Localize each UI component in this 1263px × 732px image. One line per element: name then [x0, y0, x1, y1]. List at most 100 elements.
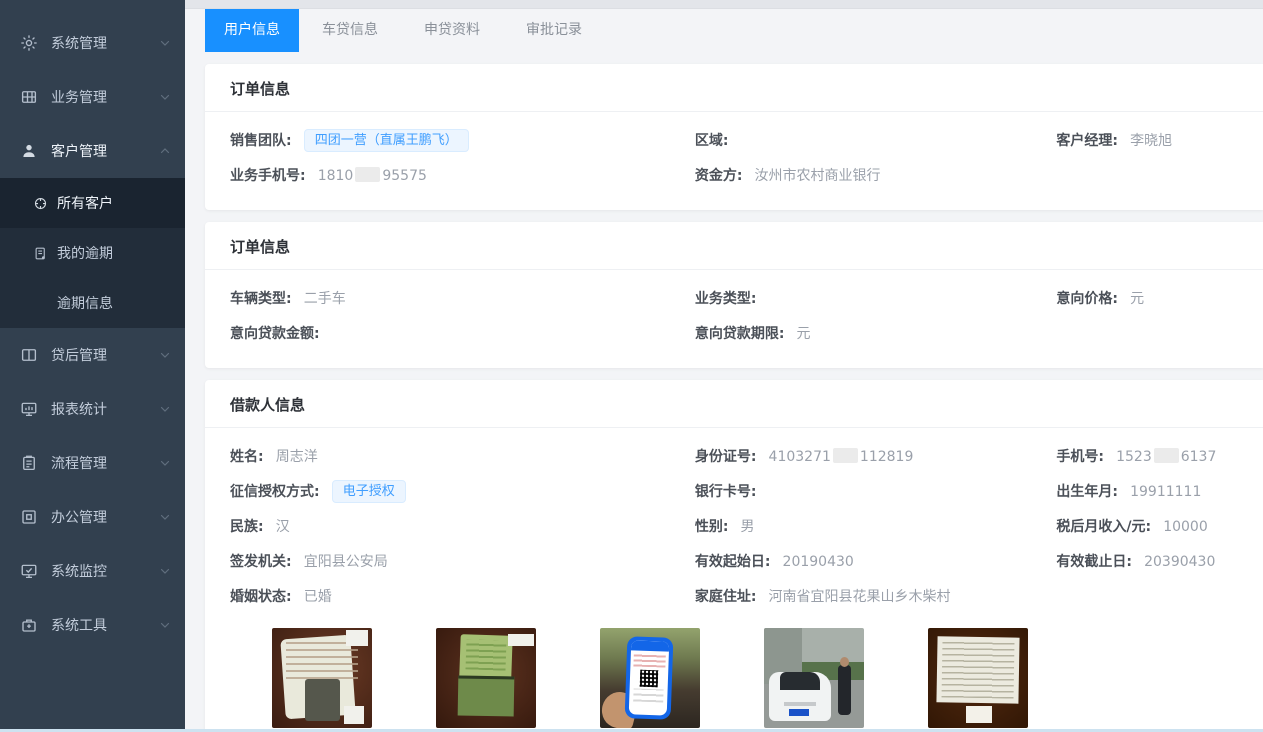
- sidebar-item-system-management[interactable]: 系统管理: [0, 16, 185, 70]
- field-value: 汝州市农村商业银行: [755, 168, 881, 184]
- sidebar-item-label: 系统管理: [51, 33, 107, 53]
- card-title: 订单信息: [205, 222, 1263, 270]
- sidebar-item-system-monitor[interactable]: 系统监控: [0, 544, 185, 598]
- field-business-phone: 业务手机号: 181095575: [230, 158, 695, 193]
- sidebar-item-postloan-management[interactable]: 贷后管理: [0, 328, 185, 382]
- sidebar-item-label: 客户管理: [51, 141, 107, 161]
- user-icon: [20, 142, 38, 160]
- field-label: 意向价格:: [1056, 291, 1118, 307]
- field-label: 区域:: [695, 133, 729, 149]
- sales-team-tag[interactable]: 四团一营（直属王鹏飞）: [304, 129, 469, 152]
- field-label: 意向贷款金额:: [230, 326, 320, 342]
- photo-item: 其他材料: [928, 628, 1028, 732]
- submenu-item-label: 我的逾期: [57, 243, 113, 263]
- field-name: 姓名: 周志洋: [230, 439, 695, 474]
- redaction-blur: [833, 448, 858, 463]
- field-label: 银行卡号:: [695, 484, 757, 500]
- field-value: 汉: [276, 519, 290, 535]
- notebook-icon: [33, 246, 48, 261]
- field-empty: [1056, 158, 1263, 193]
- redaction-blur: [1154, 448, 1179, 463]
- square-in-square-icon: [20, 508, 38, 526]
- field-issuing-authority: 签发机关: 宜阳县公安局: [230, 544, 695, 579]
- order-intent-card: 订单信息 车辆类型: 二手车 业务类型: 意向价格: 元 意向贷款金额:: [205, 222, 1263, 368]
- grid-table-icon: [20, 88, 38, 106]
- submenu-item-all-customers[interactable]: 所有客户: [0, 178, 185, 228]
- tab-user-info[interactable]: 用户信息: [205, 9, 299, 52]
- field-value: 河南省宜阳县花果山乡木柴村: [769, 589, 951, 605]
- field-value: 已婚: [304, 589, 332, 605]
- submenu-item-label: 所有客户: [57, 193, 113, 213]
- sidebar-item-process-management[interactable]: 流程管理: [0, 436, 185, 490]
- sidebar-item-label: 系统监控: [51, 561, 107, 581]
- tab-car-loan-info[interactable]: 车贷信息: [299, 9, 401, 52]
- field-value: 二手车: [304, 291, 346, 307]
- field-label: 意向贷款期限:: [695, 326, 785, 342]
- field-label: 业务手机号:: [230, 168, 306, 184]
- photo-item: 驾驶证照片: [436, 628, 536, 732]
- sidebar-item-report-statistics[interactable]: 报表统计: [0, 382, 185, 436]
- sidebar-item-system-tools[interactable]: 系统工具: [0, 598, 185, 652]
- sidebar: 系统管理 业务管理 客户管理 所有客户 我的逾期 逾期信息 贷后管理 报表统计: [0, 0, 185, 732]
- field-label: 车辆类型:: [230, 291, 292, 307]
- card-body: 姓名: 周志洋 身份证号: 4103271112819 手机号: 1523613…: [205, 428, 1263, 732]
- sidebar-item-customer-management[interactable]: 客户管理: [0, 124, 185, 178]
- license-booklet-photo-thumbnail[interactable]: [436, 628, 536, 728]
- sidebar-item-business-management[interactable]: 业务管理: [0, 70, 185, 124]
- field-label: 客户经理:: [1056, 133, 1118, 149]
- field-label: 税后月收入/元:: [1056, 519, 1151, 535]
- submenu-item-my-overdue[interactable]: 我的逾期: [0, 228, 185, 278]
- detail-tabs: 用户信息 车贷信息 申贷资料 审批记录: [185, 9, 1263, 52]
- field-id-number: 身份证号: 4103271112819: [695, 439, 1057, 474]
- chevron-down-icon: [159, 457, 171, 469]
- field-label: 资金方:: [695, 168, 743, 184]
- field-empty: [1056, 579, 1263, 614]
- field-value: 周志洋: [276, 449, 318, 465]
- field-ethnicity: 民族: 汉: [230, 509, 695, 544]
- field-label: 业务类型:: [695, 291, 757, 307]
- photo-item: 授权截图: [600, 628, 700, 732]
- field-birth-date: 出生年月: 19911111: [1056, 474, 1263, 509]
- compass-icon: [33, 196, 48, 211]
- redaction-blur: [355, 167, 380, 182]
- field-empty: [1056, 316, 1263, 351]
- monitor-chart-icon: [20, 400, 38, 418]
- id-card-photo-thumbnail[interactable]: [272, 628, 372, 728]
- field-label: 婚姻状态:: [230, 589, 292, 605]
- sidebar-item-label: 报表统计: [51, 399, 107, 419]
- field-label: 有效起始日:: [695, 554, 771, 570]
- field-bank-card: 银行卡号:: [695, 474, 1057, 509]
- field-value: 20190430: [783, 554, 854, 570]
- field-value: 4103271112819: [769, 449, 914, 465]
- field-label: 身份证号:: [695, 449, 757, 465]
- field-label: 手机号:: [1056, 449, 1104, 465]
- person-with-car-photo-thumbnail[interactable]: [764, 628, 864, 728]
- field-value: 181095575: [318, 168, 427, 184]
- paper-document-photo-thumbnail[interactable]: [928, 628, 1028, 728]
- chevron-down-icon: [159, 37, 171, 49]
- open-book-icon: [20, 346, 38, 364]
- field-credit-auth-method: 征信授权方式: 电子授权: [230, 474, 695, 509]
- sidebar-item-label: 流程管理: [51, 453, 107, 473]
- field-label: 有效截止日:: [1056, 554, 1132, 570]
- customer-submenu: 所有客户 我的逾期 逾期信息: [0, 178, 185, 328]
- credit-auth-tag[interactable]: 电子授权: [332, 480, 406, 503]
- field-value: 男: [741, 519, 755, 535]
- tab-loan-application-docs[interactable]: 申贷资料: [401, 9, 503, 52]
- sidebar-item-office-management[interactable]: 办公管理: [0, 490, 185, 544]
- field-gender: 性别: 男: [695, 509, 1057, 544]
- card-body: 车辆类型: 二手车 业务类型: 意向价格: 元 意向贷款金额:: [205, 270, 1263, 368]
- field-business-type: 业务类型:: [695, 281, 1057, 316]
- field-label: 出生年月:: [1056, 484, 1118, 500]
- borrower-photos: 身份证 驾驶证照片 授权截图: [272, 628, 1263, 732]
- field-sales-team: 销售团队: 四团一营（直属王鹏飞）: [230, 123, 695, 158]
- field-value: 元: [797, 326, 811, 342]
- submenu-item-overdue-info[interactable]: 逾期信息: [0, 278, 185, 328]
- chevron-down-icon: [159, 349, 171, 361]
- authorization-screenshot-thumbnail[interactable]: [600, 628, 700, 728]
- tab-approval-records[interactable]: 审批记录: [503, 9, 605, 52]
- field-valid-from: 有效起始日: 20190430: [695, 544, 1057, 579]
- field-value: 15236137: [1116, 449, 1216, 465]
- field-vehicle-type: 车辆类型: 二手车: [230, 281, 695, 316]
- sidebar-item-label: 贷后管理: [51, 345, 107, 365]
